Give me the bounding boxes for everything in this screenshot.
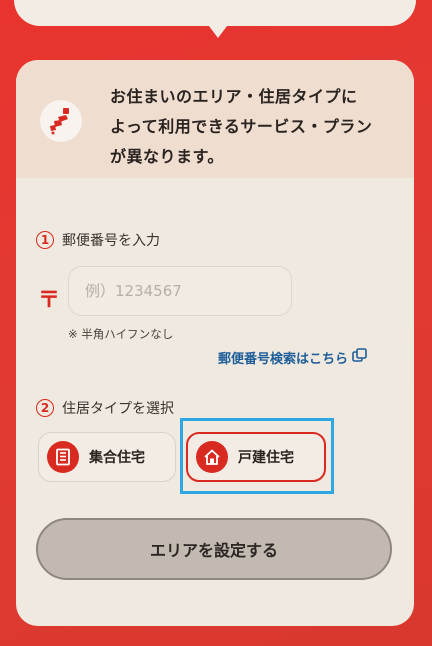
step1-number: 1 [36,231,54,249]
external-window-icon [352,348,367,367]
apartment-option-label: 集合住宅 [89,450,145,466]
set-area-button[interactable]: エリアを設定する [36,518,392,580]
japan-map-icon [40,100,82,142]
step2-number: 2 [36,399,54,417]
notice-line-1: お住まいのエリア・住居タイプに [110,87,358,106]
card-header: お住まいのエリア・住居タイプに よって利用できるサービス・プラン が異なります。 [16,60,414,178]
notice-line-3: が異なります。 [110,147,224,166]
postal-code-search-label: 郵便番号検索はこちら [218,352,349,367]
area-notice-text: お住まいのエリア・住居タイプに よって利用できるサービス・プラン が異なります。 [110,82,400,172]
step1-label: 郵便番号を入力 [62,233,160,249]
house-option-label: 戸建住宅 [238,450,294,466]
postal-code-search-link[interactable]: 郵便番号検索はこちら [218,348,367,367]
notice-line-2: よって利用できるサービス・プラン [110,117,373,136]
step2-label: 住居タイプを選択 [62,401,174,417]
hyphen-note: ※ 半角ハイフンなし [68,327,174,341]
postal-code-input[interactable] [68,266,292,316]
speech-bubble-tail [206,22,230,38]
apartment-icon [47,441,79,473]
area-settings-card: お住まいのエリア・住居タイプに よって利用できるサービス・プラン が異なります。… [16,60,414,626]
postal-mark-icon: 〒 [38,288,61,313]
step1-heading: 1 郵便番号を入力 [36,230,160,250]
apartment-option-button[interactable]: 集合住宅 [38,432,176,482]
house-icon [196,441,228,473]
step2-heading: 2 住居タイプを選択 [36,398,174,418]
house-option-button[interactable]: 戸建住宅 [186,432,326,482]
